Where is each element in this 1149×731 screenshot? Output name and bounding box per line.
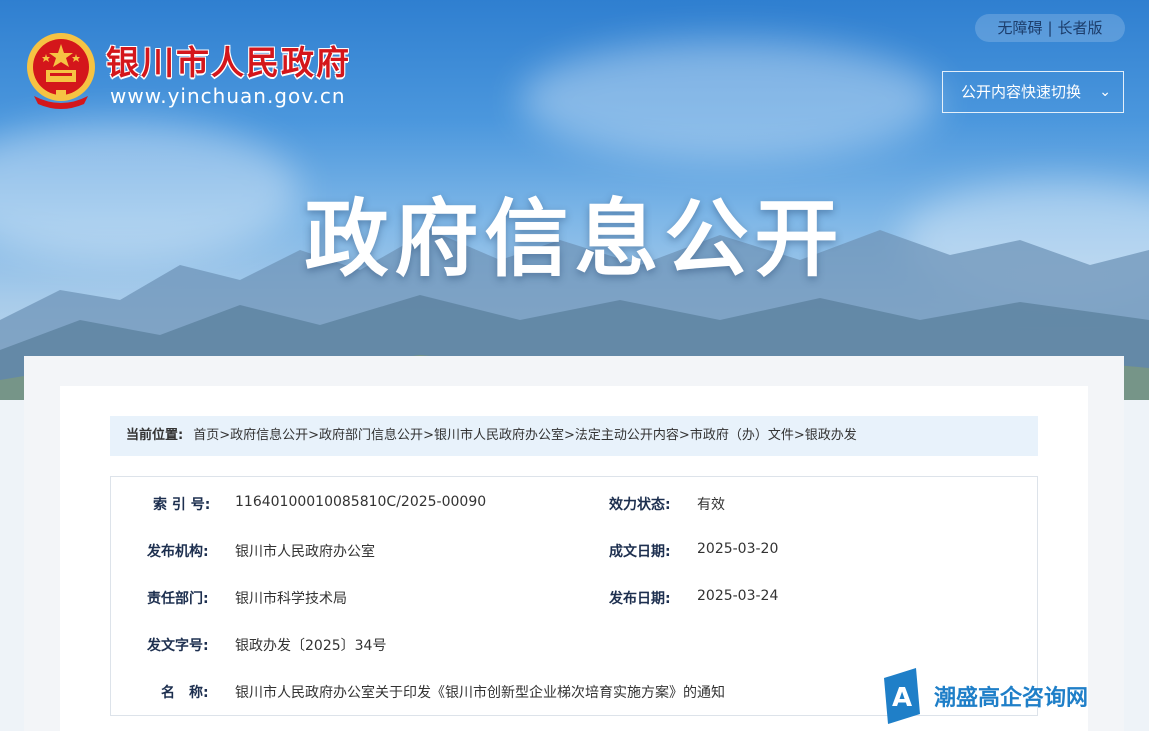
- document-number-label: 发文字号:: [147, 638, 209, 654]
- quick-switch-dropdown[interactable]: 公开内容快速切换 ⌄: [942, 71, 1124, 113]
- site-name[interactable]: 银川市人民政府: [106, 36, 351, 84]
- breadcrumb-label: 当前位置:: [126, 428, 184, 443]
- breadcrumb-item[interactable]: 政府部门信息公开: [319, 428, 423, 443]
- hero-title: 政府信息公开: [304, 190, 845, 288]
- header-banner: 银川市人民政府 www.yinchuan.gov.cn 无障碍 | 长者版 公开内容…: [0, 0, 1149, 400]
- elder-mode-link[interactable]: 长者版: [1058, 19, 1103, 37]
- breadcrumb-item[interactable]: 市政府（办）文件: [690, 428, 794, 443]
- status-label: 效力状态:: [609, 497, 671, 513]
- status-value: 有效: [697, 497, 725, 513]
- watermark-text: 潮盛高企咨询网: [934, 685, 1089, 711]
- breadcrumb-item[interactable]: 政府信息公开: [230, 428, 308, 443]
- issuer-value: 银川市人民政府办公室: [235, 544, 375, 560]
- breadcrumb-item[interactable]: 银政办发: [805, 428, 857, 443]
- document-number-value: 银政办发〔2025〕34号: [235, 638, 387, 654]
- watermark-logo-icon: A: [884, 668, 920, 724]
- title-label: 名 称:: [161, 685, 209, 701]
- published-date-value: 2025-03-24: [697, 588, 779, 604]
- accessibility-links: 无障碍 | 长者版: [975, 14, 1125, 42]
- breadcrumb-separator: >: [793, 428, 805, 443]
- cloud-decoration: [520, 40, 940, 160]
- site-url[interactable]: www.yinchuan.gov.cn: [110, 84, 346, 108]
- department-value: 银川市科学技术局: [235, 591, 347, 607]
- breadcrumb-item[interactable]: 法定主动公开内容: [575, 428, 679, 443]
- created-date-label: 成文日期:: [609, 544, 671, 560]
- breadcrumb-separator: >: [219, 428, 231, 443]
- breadcrumb-separator: >: [308, 428, 320, 443]
- title-value: 银川市人民政府办公室关于印发《银川市创新型企业梯次培育实施方案》的通知: [235, 685, 725, 701]
- breadcrumb-separator: >: [423, 428, 434, 443]
- watermark-logo-letter: A: [892, 683, 912, 713]
- quick-switch-label: 公开内容快速切换: [961, 83, 1082, 101]
- breadcrumb-separator: >: [678, 428, 690, 443]
- issuer-label: 发布机构:: [147, 544, 209, 560]
- watermark: A 潮盛高企咨询网: [880, 668, 1140, 724]
- national-emblem-icon: [27, 33, 95, 109]
- published-date-label: 发布日期:: [609, 591, 671, 607]
- breadcrumb-separator: >: [563, 428, 575, 443]
- created-date-value: 2025-03-20: [697, 541, 779, 557]
- index-value: 11640100010085810C/2025-00090: [235, 494, 487, 510]
- department-label: 责任部门:: [147, 591, 209, 607]
- index-label: 索 引 号:: [153, 497, 211, 513]
- breadcrumb-item[interactable]: 首页: [193, 428, 219, 443]
- chevron-down-icon: ⌄: [1099, 84, 1111, 100]
- breadcrumb: 当前位置: 首页>政府信息公开>政府部门信息公开>银川市人民政府办公室>法定主动公…: [110, 416, 1038, 456]
- breadcrumb-item[interactable]: 银川市人民政府办公室: [434, 428, 564, 443]
- accessibility-link[interactable]: 无障碍: [997, 19, 1042, 37]
- separator: |: [1047, 19, 1053, 37]
